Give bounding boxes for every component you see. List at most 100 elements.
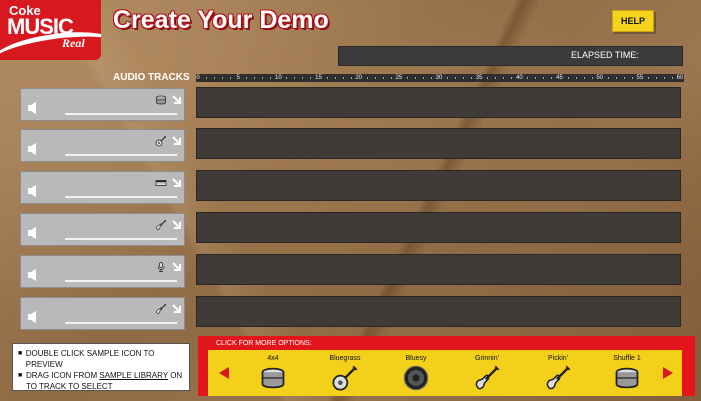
expand-arrow-icon[interactable] (171, 302, 183, 314)
sample-library-link[interactable]: SAMPLE LIBRARY (99, 371, 168, 380)
help-button[interactable]: HELP (612, 10, 654, 32)
page-title: Create Your Demo (113, 6, 329, 34)
timeline-tick-mark (607, 77, 609, 79)
timeline-tick-mark (567, 77, 569, 79)
track-control-panel (20, 171, 185, 204)
timeline-tick-label: 50 (596, 75, 603, 81)
speaker-icon[interactable] (27, 142, 40, 156)
track-lane[interactable] (196, 128, 681, 159)
guitar-icon[interactable] (461, 364, 513, 392)
sample-item[interactable]: Shuffle 1 (601, 355, 653, 395)
sample-name: Grinnin' (475, 355, 499, 362)
timeline-tick-mark (374, 77, 376, 79)
timeline-tick-label: 15 (315, 75, 322, 81)
timeline-tick-mark (382, 77, 384, 79)
audio-tracks-label: AUDIO TRACKS (113, 72, 190, 83)
speaker-icon[interactable] (390, 364, 442, 392)
sample-item[interactable]: Bluesy (390, 355, 442, 395)
volume-slider[interactable] (65, 322, 177, 324)
timeline-tick-mark (326, 77, 328, 79)
timeline-tick-label: 30 (435, 75, 443, 81)
timeline-tick-mark (623, 77, 625, 79)
timeline-tick-mark (671, 77, 673, 79)
drum-icon[interactable] (247, 364, 299, 392)
timeline-tick-mark (527, 77, 529, 79)
timeline-tick-mark (631, 77, 633, 79)
banjo-icon[interactable] (319, 364, 371, 392)
speaker-icon[interactable] (27, 101, 40, 115)
timeline-tick-mark (334, 77, 336, 79)
timeline-tick-label: 45 (556, 75, 563, 81)
track-lane[interactable] (196, 254, 681, 285)
expand-arrow-icon[interactable] (171, 93, 183, 105)
timeline-tick-mark (302, 77, 304, 79)
instruction-line-2c: ON (167, 371, 183, 380)
sample-name: Pickin' (547, 355, 568, 362)
expand-arrow-icon[interactable] (171, 176, 183, 188)
volume-slider[interactable] (65, 280, 177, 282)
expand-arrow-icon[interactable] (171, 218, 183, 230)
timeline-tick-label: 60 (676, 75, 684, 81)
track-control-panel (20, 297, 185, 330)
instruction-line-1: DOUBLE CLICK SAMPLE ICON TO PREVIEW (25, 349, 155, 369)
sample-item[interactable]: 4x4 (247, 355, 299, 395)
timeline-tick-mark (262, 77, 264, 79)
track-lane[interactable] (196, 170, 681, 201)
timeline-tick-mark (511, 77, 513, 79)
speaker-icon[interactable] (27, 268, 40, 282)
sample-name: Shuffle 1 (613, 355, 641, 362)
more-options-link[interactable]: CLICK FOR MORE OPTIONS: (216, 340, 312, 347)
library-next-arrow-icon[interactable] (663, 367, 673, 379)
speaker-icon[interactable] (27, 310, 40, 324)
track-control-panel (20, 129, 185, 162)
logo-real-text: Real (62, 36, 85, 50)
sample-item[interactable]: Bluegrass (319, 355, 371, 395)
demo-app: Coke MUSIC Real Create Your Demo HELP EL… (0, 0, 701, 401)
timeline-tick-mark (294, 77, 296, 79)
volume-slider[interactable] (65, 196, 177, 198)
drum-icon (155, 93, 167, 105)
microphone-icon (155, 260, 167, 272)
speaker-icon[interactable] (27, 226, 40, 240)
sample-item[interactable]: Grinnin' (461, 355, 513, 395)
guitar-icon (155, 302, 167, 314)
timeline-tick-mark (254, 77, 256, 79)
expand-arrow-icon[interactable] (171, 260, 183, 272)
timeline-tick-mark (575, 77, 577, 79)
expand-arrow-icon[interactable] (171, 134, 183, 146)
track-lane[interactable] (196, 296, 681, 327)
timeline-tick-label: 35 (475, 75, 483, 81)
timeline-tick-mark (647, 77, 649, 79)
bullet-icon: ■ (18, 350, 23, 357)
timeline-tick-mark (655, 77, 657, 79)
timeline-tick-label: 40 (515, 75, 523, 81)
speaker-icon[interactable] (27, 184, 40, 198)
bullet-icon: ■ (18, 372, 23, 379)
track-lane[interactable] (196, 212, 681, 243)
timeline-tick-mark (310, 77, 312, 79)
timeline-tick-mark (463, 77, 465, 79)
timeline-tick-mark (206, 77, 208, 79)
banjo-icon (155, 134, 167, 147)
guitar-icon[interactable] (532, 364, 584, 392)
library-prev-arrow-icon[interactable] (219, 367, 229, 379)
track-lane[interactable] (196, 87, 681, 118)
sample-item[interactable]: Pickin' (532, 355, 584, 395)
volume-slider[interactable] (65, 154, 177, 156)
coke-music-logo[interactable]: Coke MUSIC Real (0, 0, 101, 60)
timeline-tick-mark (422, 77, 424, 79)
volume-slider[interactable] (65, 238, 177, 240)
timeline-tick-mark (270, 77, 272, 79)
elapsed-time-label: ELAPSED TIME: (571, 50, 639, 60)
timeline-tick-mark (551, 77, 553, 79)
instruction-line-2a: DRAG ICON FROM (26, 371, 100, 380)
keyboard-icon (155, 176, 167, 188)
timeline-tick-mark (390, 77, 392, 79)
timeline-tick-mark (471, 77, 473, 79)
timeline-tick-mark (663, 77, 665, 79)
volume-slider[interactable] (65, 113, 177, 115)
drum-icon[interactable] (601, 364, 653, 392)
timeline-tick-label: 5 (236, 75, 240, 81)
timeline-tick-mark (615, 77, 617, 79)
timeline-tick-mark (366, 77, 368, 79)
